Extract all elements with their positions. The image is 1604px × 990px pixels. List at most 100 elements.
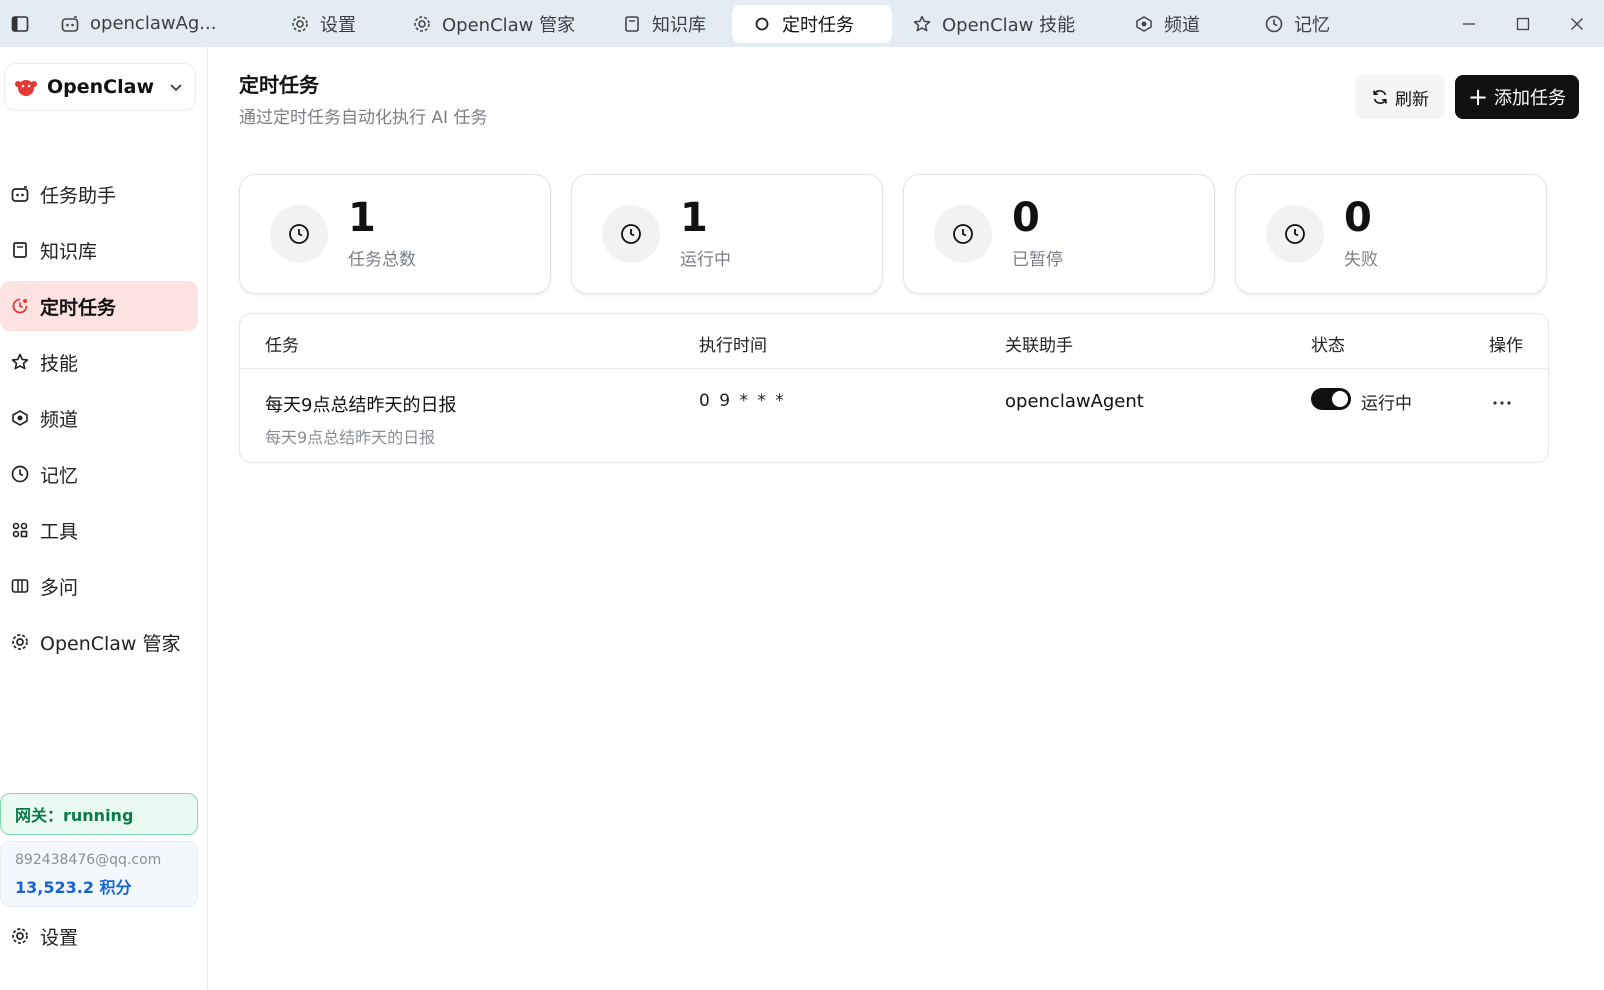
columns-icon	[10, 576, 30, 596]
tab-label: 定时任务	[782, 14, 854, 36]
gear-icon	[10, 926, 30, 946]
task-status: 运行中	[1361, 394, 1412, 414]
page-subtitle: 通过定时任务自动化执行 AI 任务	[239, 108, 488, 128]
tab-label: 频道	[1164, 14, 1200, 36]
maximize-icon[interactable]	[1496, 0, 1550, 47]
channel-icon	[1134, 14, 1154, 34]
sidebar-item-label: 工具	[40, 520, 79, 543]
star-icon	[912, 14, 932, 34]
stat-label: 任务总数	[348, 250, 416, 270]
tab-label: 设置	[320, 14, 356, 36]
tab-label: OpenClaw 管家	[442, 14, 576, 36]
sidebar-item-tools[interactable]: 工具	[0, 505, 198, 555]
sidebar-item-label: 知识库	[40, 240, 98, 263]
task-name: 每天9点总结昨天的日报	[265, 395, 457, 416]
stat-value: 1	[680, 195, 708, 241]
tab-strip: openclawAg... 设置 OpenClaw 管家 知识库 定时任务 Op…	[40, 0, 1374, 47]
refresh-icon	[1371, 88, 1389, 106]
column-header-task: 任务	[265, 336, 299, 356]
stat-card-failed: 0 失败	[1235, 174, 1547, 294]
account-points: 13,523.2 积分	[15, 878, 132, 897]
sidebar: OpenClaw 任务助手 知识库 定时任务 技能 频道 记忆 工具 多问 Op…	[0, 47, 208, 990]
gear-icon	[10, 632, 30, 652]
workspace-switcher[interactable]: OpenClaw	[4, 63, 196, 111]
account-card[interactable]: 892438476@qq.com 13,523.2 积分	[0, 841, 198, 907]
close-icon[interactable]	[1550, 0, 1604, 47]
sidebar-nav: 任务助手 知识库 定时任务 技能 频道 记忆 工具 多问 OpenClaw 管家	[0, 169, 208, 673]
star-icon	[10, 352, 30, 372]
sidebar-item-openclaw-butler[interactable]: OpenClaw 管家	[0, 617, 198, 667]
circle-icon	[752, 14, 772, 34]
stat-card-running: 1 运行中	[571, 174, 883, 294]
column-header-agent: 关联助手	[1005, 336, 1073, 356]
stat-card-paused: 0 已暂停	[903, 174, 1215, 294]
clock-icon	[1264, 14, 1284, 34]
clock-icon	[1266, 205, 1324, 263]
window-controls	[1442, 0, 1604, 47]
tab-openclaw-agent[interactable]: openclawAg...	[40, 5, 270, 43]
sidebar-item-skills[interactable]: 技能	[0, 337, 198, 387]
stat-value: 0	[1344, 195, 1372, 241]
bot-icon	[10, 184, 30, 204]
stat-label: 运行中	[680, 250, 731, 270]
sidebar-toggle-icon[interactable]	[0, 0, 40, 47]
gear-icon	[412, 14, 432, 34]
channel-icon	[10, 408, 30, 428]
stat-card-total: 1 任务总数	[239, 174, 551, 294]
tab-openclaw-butler[interactable]: OpenClaw 管家	[392, 5, 602, 43]
tab-scheduled-tasks[interactable]: 定时任务	[732, 4, 892, 43]
toggle-knob	[1332, 391, 1348, 407]
sidebar-item-channels[interactable]: 频道	[0, 393, 198, 443]
add-task-button[interactable]: + 添加任务	[1455, 75, 1579, 119]
column-header-time: 执行时间	[699, 336, 767, 356]
book-icon	[10, 240, 30, 260]
clock-icon	[10, 464, 30, 484]
plus-icon: +	[1467, 83, 1489, 111]
sidebar-item-scheduled-tasks[interactable]: 定时任务	[0, 281, 198, 331]
stat-value: 1	[348, 195, 376, 241]
book-icon	[622, 14, 642, 34]
title-bar: openclawAg... 设置 OpenClaw 管家 知识库 定时任务 Op…	[0, 0, 1604, 47]
chevron-down-icon	[169, 80, 183, 94]
sidebar-item-label: 定时任务	[40, 296, 117, 319]
sidebar-item-label: 设置	[40, 926, 79, 949]
bot-icon	[60, 14, 80, 34]
clock-icon	[934, 205, 992, 263]
sidebar-item-label: 技能	[40, 352, 79, 375]
more-options-icon[interactable]	[1488, 389, 1516, 417]
task-cron: 0 9 * * *	[699, 391, 786, 411]
tab-label: 知识库	[652, 14, 706, 36]
sidebar-item-memory[interactable]: 记忆	[0, 449, 198, 499]
sidebar-item-label: 任务助手	[40, 184, 117, 207]
minimize-icon[interactable]	[1442, 0, 1496, 47]
tab-label: openclawAg...	[90, 13, 217, 34]
sidebar-item-label: 多问	[40, 576, 79, 599]
tab-channels[interactable]: 频道	[1114, 5, 1244, 43]
refresh-button[interactable]: 刷新	[1355, 75, 1445, 119]
sidebar-item-multi-ask[interactable]: 多问	[0, 561, 198, 611]
task-description: 每天9点总结昨天的日报	[265, 428, 436, 447]
tasks-table: 任务 执行时间 关联助手 状态 操作 每天9点总结昨天的日报 每天9点总结昨天的…	[239, 313, 1550, 463]
account-email: 892438476@qq.com	[15, 852, 162, 868]
task-enabled-toggle[interactable]	[1311, 388, 1351, 410]
sidebar-item-settings[interactable]: 设置	[0, 911, 198, 961]
add-task-label: 添加任务	[1494, 88, 1567, 109]
tools-icon	[10, 520, 30, 540]
clock-icon	[270, 205, 328, 263]
sidebar-item-label: 频道	[40, 408, 79, 431]
tab-openclaw-skills[interactable]: OpenClaw 技能	[892, 5, 1114, 43]
tab-knowledge-base[interactable]: 知识库	[602, 5, 732, 43]
openclaw-logo-icon	[13, 74, 39, 100]
tab-memory[interactable]: 记忆	[1244, 5, 1374, 43]
table-row: 每天9点总结昨天的日报 每天9点总结昨天的日报 0 9 * * * opencl…	[240, 369, 1550, 463]
sidebar-item-task-assistant[interactable]: 任务助手	[0, 169, 198, 219]
gateway-status-badge: 网关：running	[0, 793, 198, 835]
sidebar-item-knowledge-base[interactable]: 知识库	[0, 225, 198, 275]
refresh-label: 刷新	[1395, 89, 1429, 110]
tab-label: 记忆	[1294, 14, 1330, 36]
clock-icon	[602, 205, 660, 263]
sidebar-item-label: 记忆	[40, 464, 79, 487]
main-content: 定时任务 通过定时任务自动化执行 AI 任务 刷新 + 添加任务 1 任务总数 …	[209, 47, 1604, 990]
stat-value: 0	[1012, 195, 1040, 241]
tab-settings[interactable]: 设置	[270, 5, 392, 43]
